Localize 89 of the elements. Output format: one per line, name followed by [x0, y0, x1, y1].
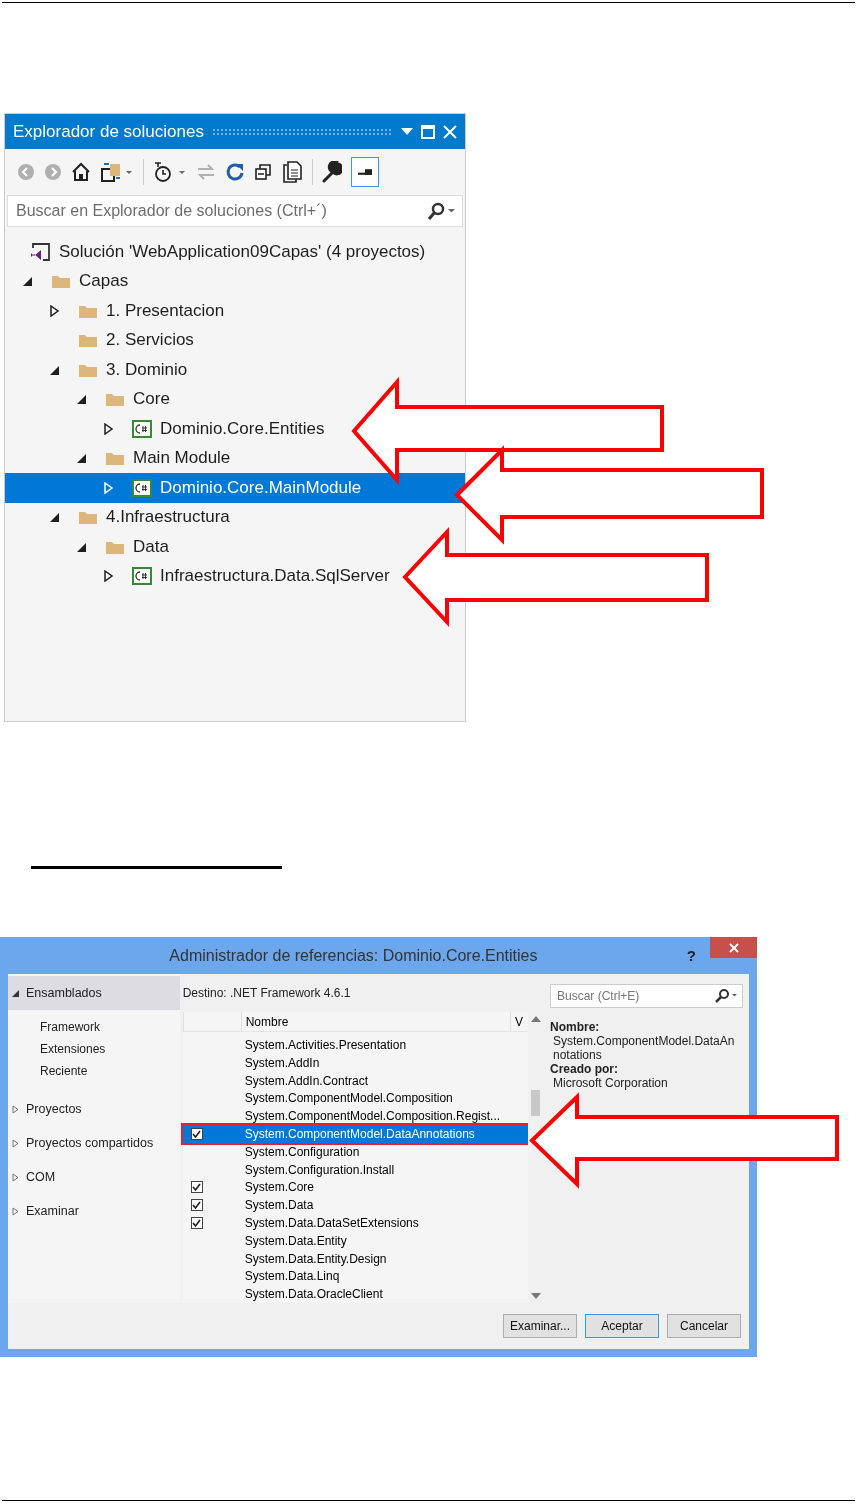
detail-value: System.ComponentModel.DataAnnotations	[552, 1034, 736, 1063]
folder-icon	[105, 391, 125, 408]
assembly-row[interactable]: System.Data.Entity.Design	[182, 1249, 528, 1268]
assembly-row[interactable]: System.Data.Linq	[182, 1267, 528, 1286]
scrollbar-thumb[interactable]	[531, 1090, 540, 1117]
panel-title: Explorador de soluciones	[13, 121, 204, 142]
close-icon[interactable]	[443, 124, 457, 139]
assembly-row[interactable]: System.Configuration.Install	[182, 1160, 528, 1179]
tree-item[interactable]: Dominio.Core.MainModule	[5, 473, 465, 503]
folder-icon	[78, 509, 98, 526]
sidebar-subitem[interactable]: Reciente	[8, 1060, 180, 1083]
maximize-icon[interactable]	[421, 124, 435, 139]
assembly-row[interactable]: System.Activities.Presentation	[182, 1036, 528, 1054]
tree-item[interactable]: Data	[5, 532, 175, 562]
detail-value: Microsoft Corporation	[552, 1076, 669, 1091]
search-icon[interactable]	[426, 202, 456, 220]
help-button[interactable]: ?	[686, 947, 696, 964]
assembly-row[interactable]: System.Data.Entity	[182, 1231, 528, 1250]
collapsed-triangle-icon[interactable]	[104, 570, 114, 583]
collapsed-triangle-icon[interactable]	[104, 422, 114, 435]
search-icon[interactable]	[714, 989, 738, 1004]
tree-item[interactable]: Infraestructura.Data.SqlServer	[5, 561, 396, 591]
tree-item[interactable]: Core	[5, 384, 176, 414]
assembly-row[interactable]: System.Data	[182, 1196, 528, 1214]
checkbox[interactable]	[190, 1199, 203, 1212]
folder-icon	[78, 332, 98, 349]
solution-icon	[29, 241, 51, 262]
dialog-button[interactable]: Examinar...	[502, 1314, 577, 1338]
sidebar-subitem[interactable]: Framework	[8, 1016, 180, 1039]
expanded-triangle-icon[interactable]	[50, 511, 60, 524]
target-framework-label: Destino: .NET Framework 4.6.1	[182, 985, 351, 1003]
column-header[interactable]: Nombre	[240, 1012, 510, 1032]
sidebar-item[interactable]: Examinar	[8, 1194, 180, 1229]
sidebar-item[interactable]: Proyectos	[8, 1092, 180, 1127]
tree-item[interactable]: Main Module	[5, 443, 237, 473]
search-field[interactable]: Buscar en Explorador de soluciones (Ctrl+´)	[7, 195, 463, 227]
tree-item[interactable]: 2. Servicios	[5, 325, 200, 355]
csharp-project-icon	[132, 567, 152, 586]
sync-dropdown-icon[interactable]	[100, 161, 134, 183]
sidebar-item[interactable]: Proyectos compartidos	[8, 1126, 180, 1161]
assembly-row[interactable]: System.Configuration	[182, 1142, 528, 1161]
csharp-project-icon	[132, 419, 152, 438]
assembly-row[interactable]: System.ComponentModel.DataAnnotations	[182, 1125, 528, 1143]
assembly-row[interactable]: System.Core	[182, 1178, 528, 1197]
assembly-row[interactable]: System.Data.DataSetExtensions	[182, 1214, 528, 1232]
dialog-title: Administrador de referencias: Dominio.Core.Entities	[168, 946, 539, 965]
preview-toggle-button[interactable]	[351, 157, 379, 187]
scroll-down-icon[interactable]	[531, 1293, 541, 1299]
checkbox[interactable]	[190, 1181, 203, 1194]
home-icon[interactable]	[71, 162, 91, 182]
dialog-button[interactable]: Aceptar	[585, 1314, 659, 1338]
dropdown-icon[interactable]	[401, 127, 413, 136]
assembly-row[interactable]: System.AddIn	[182, 1053, 528, 1072]
expanded-triangle-icon[interactable]	[77, 452, 87, 465]
assembly-row[interactable]: System.ComponentModel.Composition	[182, 1089, 528, 1108]
preview-pane-icon	[358, 168, 372, 176]
tree-item[interactable]: 4.Infraestructura	[5, 502, 236, 532]
search-field[interactable]: Buscar (Ctrl+E)	[550, 984, 743, 1009]
dialog-button[interactable]: Cancelar	[667, 1314, 741, 1338]
tree-item[interactable]: Solución 'WebApplication09Capas' (4 proyectos)	[5, 237, 432, 267]
sidebar-item[interactable]: COM	[8, 1160, 180, 1195]
tree-item[interactable]: Dominio.Core.Entities	[5, 414, 331, 444]
tree-item[interactable]: 1. Presentacion	[5, 296, 231, 326]
assembly-row[interactable]: System.Data.OracleClient	[182, 1285, 528, 1303]
assembly-row[interactable]: System.AddIn.Contract	[182, 1071, 528, 1090]
folder-icon	[51, 273, 71, 290]
copy-pages-icon[interactable]	[283, 161, 303, 183]
search-input[interactable]: Buscar (Ctrl+E)	[555, 988, 714, 1005]
tree-item[interactable]: Capas	[5, 266, 135, 296]
sidebar-subitem[interactable]: Extensiones	[8, 1038, 180, 1061]
refresh-icon[interactable]	[225, 162, 245, 182]
detail-label: Nombre:	[550, 1020, 601, 1035]
detail-label: Creado por:	[550, 1062, 619, 1077]
close-button[interactable]	[710, 937, 757, 958]
expanded-triangle-icon[interactable]	[23, 275, 33, 288]
checkbox[interactable]	[190, 1216, 203, 1229]
expanded-triangle-icon[interactable]	[77, 393, 87, 406]
sidebar-item[interactable]: Ensamblados	[8, 976, 180, 1011]
expanded-triangle-icon[interactable]	[12, 988, 20, 998]
checkbox[interactable]	[190, 1127, 203, 1140]
folder-icon	[105, 450, 125, 467]
csharp-project-icon	[132, 478, 152, 497]
history-dropdown-icon[interactable]	[153, 161, 187, 183]
tree-item[interactable]: 3. Dominio	[5, 355, 194, 385]
collapse-all-icon[interactable]	[254, 162, 274, 182]
scroll-up-icon[interactable]	[531, 1016, 541, 1023]
collapsed-triangle-icon[interactable]	[50, 304, 60, 317]
assembly-row[interactable]: System.ComponentModel.Composition.Regist...	[182, 1107, 528, 1126]
close-icon	[728, 942, 739, 953]
